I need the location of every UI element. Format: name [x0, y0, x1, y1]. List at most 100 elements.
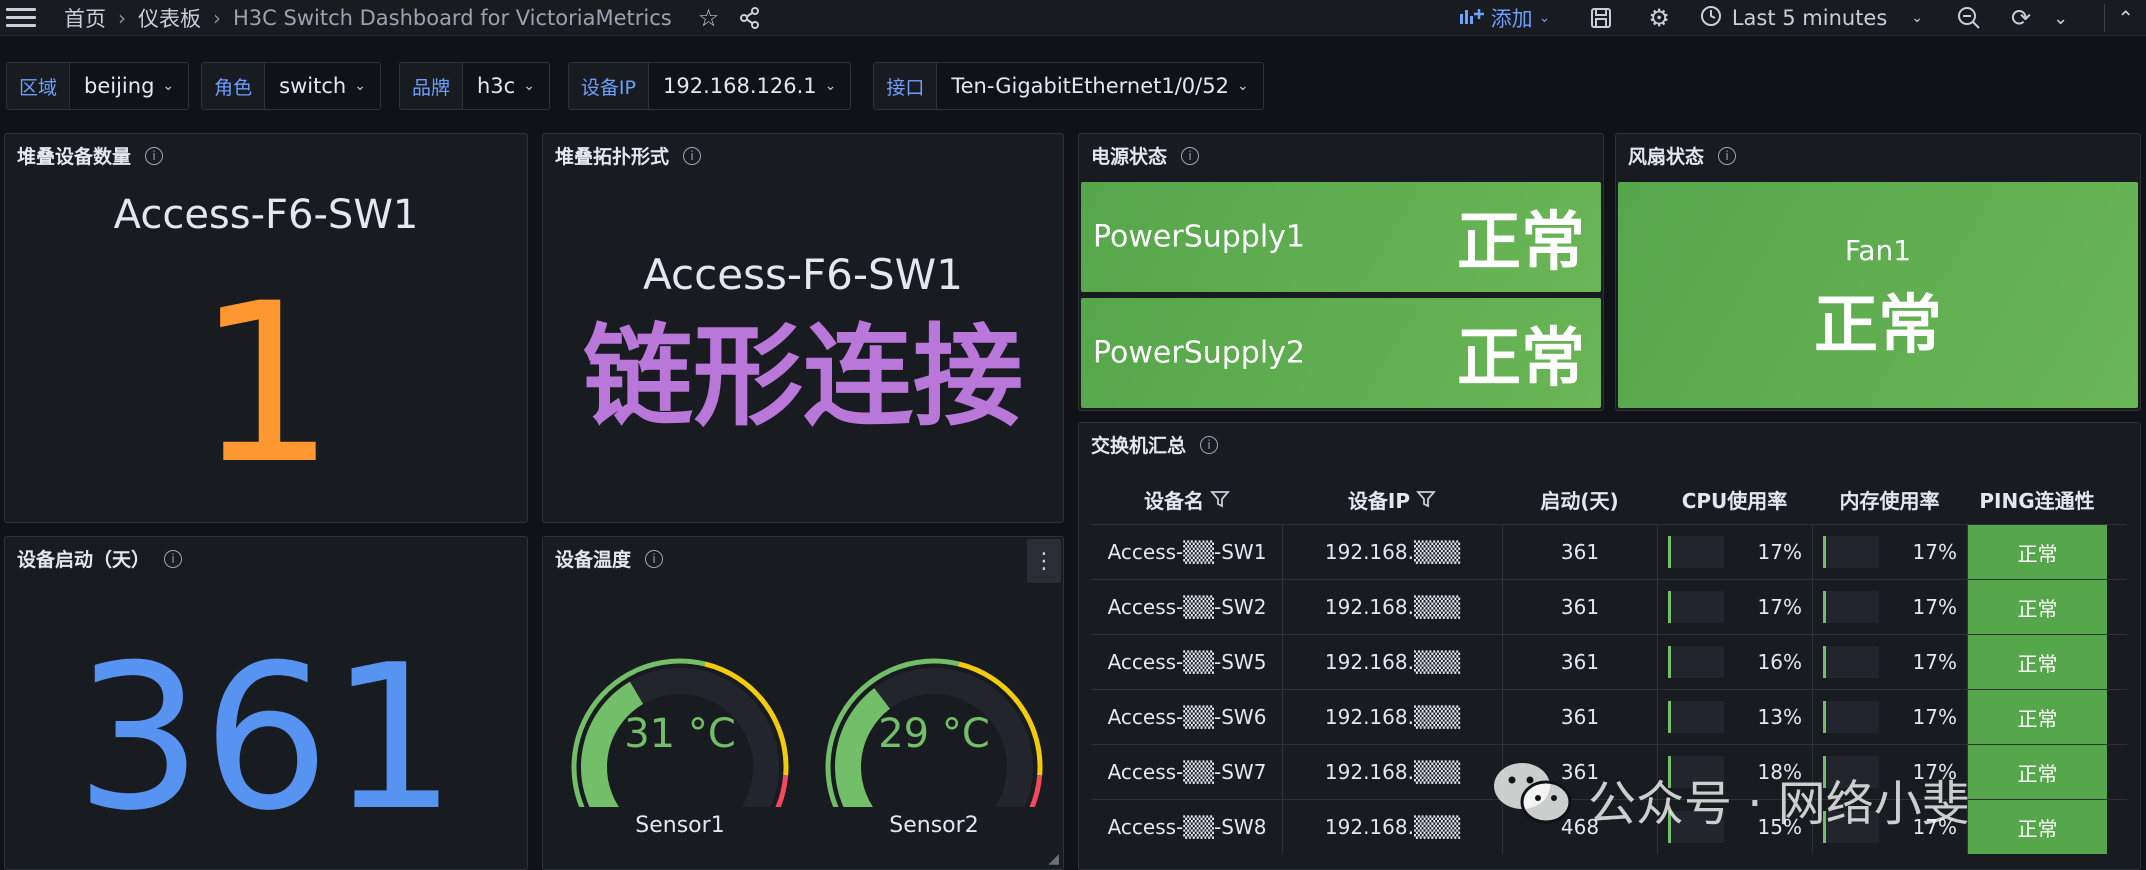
cell-device-name: Access-▒▒-SW6 [1107, 705, 1267, 729]
cell-uptime: 361 [1502, 525, 1657, 579]
variable-region[interactable]: 区域 beijing ⌄ [6, 62, 190, 110]
chevron-down-icon: ⌄ [824, 78, 837, 94]
cell-memory: 17% [1812, 800, 1967, 854]
star-icon[interactable]: ☆ [698, 4, 720, 32]
memory-bar-gauge [1823, 811, 1879, 843]
info-icon[interactable]: i [1200, 435, 1219, 454]
panel-title: 堆叠拓扑形式 i [555, 142, 702, 169]
chevron-down-icon: ⌄ [1236, 78, 1249, 94]
panel-menu-icon[interactable]: ⋮ [1027, 539, 1061, 583]
variable-label: 区域 [6, 62, 71, 110]
chevron-down-icon: ⌄ [523, 78, 535, 94]
variable-interface[interactable]: 接口 Ten-GigabitEthernet1/0/52 ⌄ [873, 62, 1264, 110]
refresh-icon[interactable]: ⟳ [2011, 4, 2031, 32]
variable-select[interactable]: beijing ⌄ [70, 62, 190, 110]
chevron-down-icon: ⌄ [354, 78, 366, 94]
variable-label: 角色 [201, 62, 266, 110]
column-label: 内存使用率 [1839, 488, 1940, 513]
power-supply-name: PowerSupply2 [1093, 335, 1306, 371]
breadcrumb: 首页 › 仪表板 › H3C Switch Dashboard for Vict… [64, 3, 761, 33]
power-supply-1: PowerSupply1 正常 [1081, 182, 1601, 292]
memory-bar-gauge [1823, 756, 1879, 788]
table-row[interactable]: Access-▒▒-SW8 192.168.▒▒▒ 468 15% 17% 正常 [1092, 799, 2127, 854]
breadcrumb-home[interactable]: 首页 [64, 3, 106, 33]
cell-uptime: 361 [1502, 745, 1657, 799]
save-icon[interactable] [1590, 7, 1612, 29]
memory-value: 17% [1912, 705, 1957, 729]
resize-handle-icon[interactable]: ◢ [1048, 851, 1059, 867]
cell-device-ip: 192.168.▒▒▒ [1282, 635, 1502, 689]
add-button[interactable]: 添加 ⌄ [1459, 3, 1550, 33]
column-header-ping[interactable]: PING连通性 [1967, 485, 2107, 514]
column-label: CPU使用率 [1681, 488, 1788, 513]
menu-icon[interactable] [6, 8, 36, 27]
cpu-value: 17% [1757, 540, 1802, 564]
variable-label: 设备IP [567, 62, 649, 110]
gear-icon[interactable]: ⚙ [1648, 4, 1670, 32]
cell-device-name: Access-▒▒-SW2 [1107, 595, 1267, 619]
fan-status-box: Fan1 正常 [1618, 182, 2138, 408]
column-header-uptime[interactable]: 启动(天) [1502, 485, 1657, 514]
panel-stack-count: 堆叠设备数量 i Access-F6-SW1 1 [4, 133, 528, 523]
cell-memory: 17% [1812, 525, 1967, 579]
memory-value: 17% [1912, 595, 1957, 619]
chevron-down-icon: ⌄ [162, 78, 175, 94]
cell-device-ip: 192.168.▒▒▒ [1282, 800, 1502, 854]
info-icon[interactable]: i [1718, 146, 1737, 165]
filter-icon[interactable] [1416, 490, 1437, 508]
breadcrumb-dashboards[interactable]: 仪表板 [138, 3, 201, 33]
info-icon[interactable]: i [683, 146, 702, 165]
panel-title: 堆叠设备数量 i [17, 142, 164, 169]
fan-name: Fan1 [1844, 234, 1912, 267]
table-row[interactable]: Access-▒▒-SW7 192.168.▒▒▒ 361 18% 17% 正常 [1092, 744, 2127, 799]
info-icon[interactable]: i [145, 146, 164, 165]
variable-label: 接口 [873, 62, 938, 110]
variable-value: Ten-GigabitEthernet1/0/52 [951, 74, 1229, 98]
table-row[interactable]: Access-▒▒-SW1 192.168.▒▒▒ 361 17% 17% 正常 [1092, 524, 2127, 579]
table-row[interactable]: Access-▒▒-SW6 192.168.▒▒▒ 361 13% 17% 正常 [1092, 689, 2127, 744]
filter-icon[interactable] [1210, 490, 1230, 508]
cell-ping: 正常 [1967, 690, 2107, 744]
column-header-device-ip[interactable]: 设备IP [1282, 485, 1502, 514]
memory-value: 17% [1912, 540, 1957, 564]
info-icon[interactable]: i [645, 549, 664, 568]
variable-brand[interactable]: 品牌 h3c ⌄ [398, 62, 550, 110]
variable-value: h3c [476, 74, 516, 98]
zoom-out-icon[interactable] [1957, 6, 1981, 30]
variable-select[interactable]: switch ⌄ [265, 62, 381, 110]
variable-device-ip[interactable]: 设备IP 192.168.126.1 ⌄ [567, 62, 852, 110]
cell-cpu: 15% [1657, 800, 1812, 854]
ping-status: 正常 [1968, 580, 2107, 634]
column-header-cpu[interactable]: CPU使用率 [1657, 485, 1812, 514]
variable-label: 品牌 [398, 62, 463, 110]
cpu-value: 15% [1757, 815, 1802, 839]
share-icon[interactable] [739, 6, 761, 29]
variable-select[interactable]: 192.168.126.1 ⌄ [648, 62, 852, 110]
info-icon[interactable]: i [164, 549, 183, 568]
memory-value: 17% [1912, 815, 1957, 839]
variable-select[interactable]: Ten-GigabitEthernet1/0/52 ⌄ [937, 62, 1264, 110]
column-label: 设备IP [1347, 488, 1411, 513]
gauge-value-sensor1: 31 °C [624, 711, 736, 757]
info-icon[interactable]: i [1181, 146, 1200, 165]
variable-role[interactable]: 角色 switch ⌄ [201, 62, 381, 110]
power-supply-status: 正常 [1457, 322, 1585, 396]
cpu-bar-gauge [1668, 646, 1724, 678]
column-header-memory[interactable]: 内存使用率 [1812, 485, 1967, 514]
cell-ping: 正常 [1967, 580, 2107, 634]
table-row[interactable]: Access-▒▒-SW5 192.168.▒▒▒ 361 16% 17% 正常 [1092, 634, 2127, 689]
collapse-icon[interactable]: ⌃ [2117, 6, 2134, 30]
column-label: 设备名 [1144, 488, 1204, 513]
table-header: 设备名 设备IP 启动(天) CPU使用率 内存使用率 PING连通性 [1092, 474, 2127, 524]
variable-select[interactable]: h3c ⌄ [462, 62, 550, 110]
panel-title-text: 设备温度 [555, 549, 632, 571]
cell-ping: 正常 [1967, 745, 2107, 799]
chevron-right-icon: › [118, 5, 126, 30]
time-range-picker[interactable]: Last 5 minutes ⌄ [1700, 5, 1923, 32]
cell-device-ip: 192.168.▒▒▒ [1282, 525, 1502, 579]
memory-value: 17% [1912, 650, 1957, 674]
refresh-interval-chevron-icon[interactable]: ⌄ [2053, 8, 2068, 29]
table-row[interactable]: Access-▒▒-SW2 192.168.▒▒▒ 361 17% 17% 正常 [1092, 579, 2127, 634]
column-header-device-name[interactable]: 设备名 [1092, 485, 1282, 514]
variable-value: switch [279, 74, 347, 98]
